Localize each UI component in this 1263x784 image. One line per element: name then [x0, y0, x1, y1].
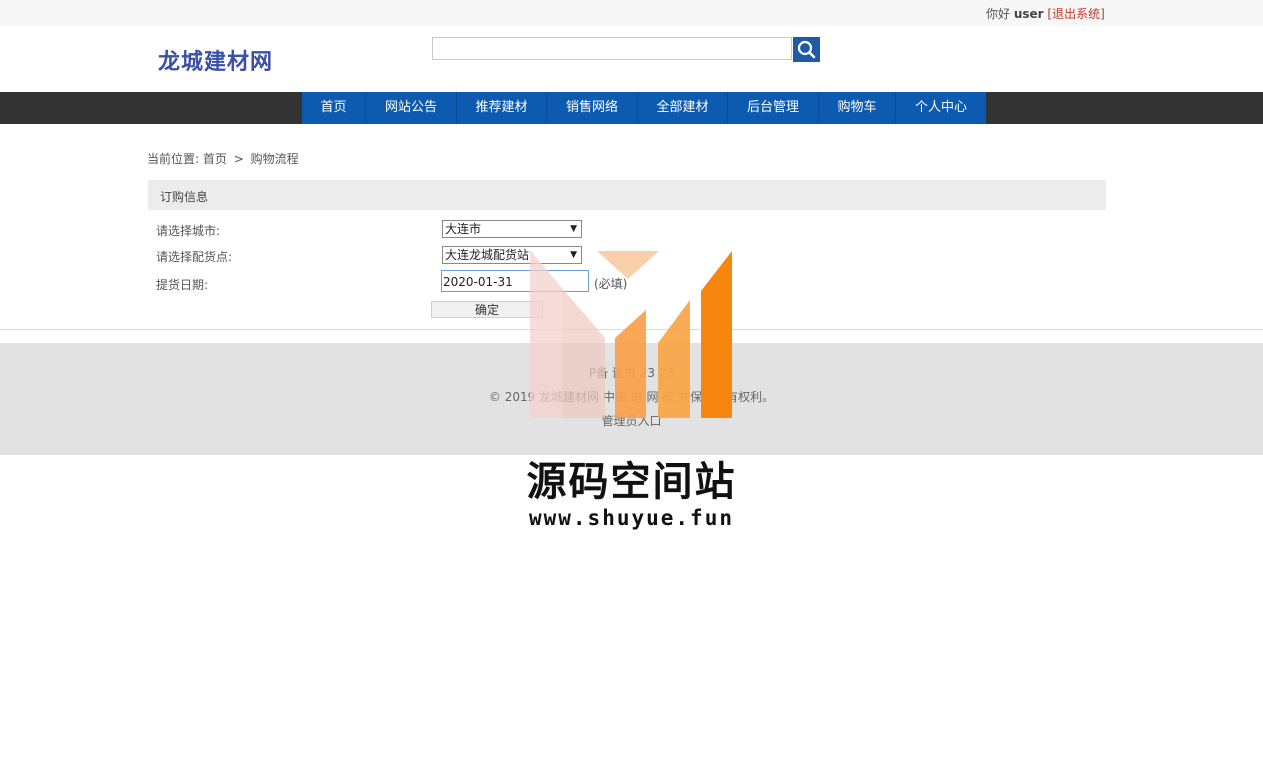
- watermark-url: www.shuyue.fun: [528, 506, 734, 530]
- breadcrumb-home[interactable]: 首页: [203, 152, 227, 166]
- nav-item-home[interactable]: 首页: [302, 92, 366, 124]
- site-logo[interactable]: 龙城建材网: [158, 44, 273, 76]
- nav-item-sales-network[interactable]: 销售网络: [547, 92, 638, 124]
- watermark-title: 源码空间站: [526, 459, 737, 505]
- nav-item-user-center[interactable]: 个人中心: [896, 92, 986, 124]
- nav-item-announcements[interactable]: 网站公告: [366, 92, 457, 124]
- nav-item-cart[interactable]: 购物车: [819, 92, 896, 124]
- breadcrumb: 当前位置: 首页 > 购物流程: [147, 150, 299, 167]
- date-label: 提货日期:: [156, 278, 209, 292]
- nav-item-all-materials[interactable]: 全部建材: [638, 92, 728, 124]
- search-icon: [797, 40, 816, 59]
- user-greeting: 你好 user [退出系统]: [986, 5, 1105, 22]
- search-input[interactable]: [432, 37, 792, 60]
- logout-link[interactable]: [退出系统]: [1047, 7, 1104, 21]
- dropdown-arrow-icon: ▼: [570, 224, 577, 234]
- order-section-header: 订购信息: [148, 180, 1106, 210]
- nav-item-recommended[interactable]: 推荐建材: [457, 92, 547, 124]
- greeting-text: 你好: [986, 7, 1011, 21]
- top-bar: 你好 user [退出系统]: [0, 0, 1263, 26]
- watermark-logo-icon: [530, 250, 732, 418]
- city-label: 请选择城市:: [156, 224, 221, 238]
- station-select-value: 大连龙城配货站: [445, 248, 530, 262]
- order-section-title: 订购信息: [160, 190, 209, 204]
- main-navbar: 首页 网站公告 推荐建材 销售网络 全部建材 后台管理 购物车 个人中心: [0, 92, 1263, 124]
- city-select-value: 大连市: [445, 222, 482, 236]
- city-select[interactable]: 大连市 ▼: [442, 220, 582, 238]
- breadcrumb-prefix: 当前位置:: [147, 152, 200, 166]
- search-button[interactable]: [793, 37, 820, 62]
- username: user: [1013, 7, 1044, 21]
- nav-item-admin[interactable]: 后台管理: [728, 92, 819, 124]
- station-label: 请选择配货点:: [156, 250, 233, 264]
- nav-menu: 首页 网站公告 推荐建材 销售网络 全部建材 后台管理 购物车 个人中心: [302, 92, 986, 124]
- breadcrumb-current: 购物流程: [250, 152, 299, 166]
- breadcrumb-separator: >: [233, 152, 244, 166]
